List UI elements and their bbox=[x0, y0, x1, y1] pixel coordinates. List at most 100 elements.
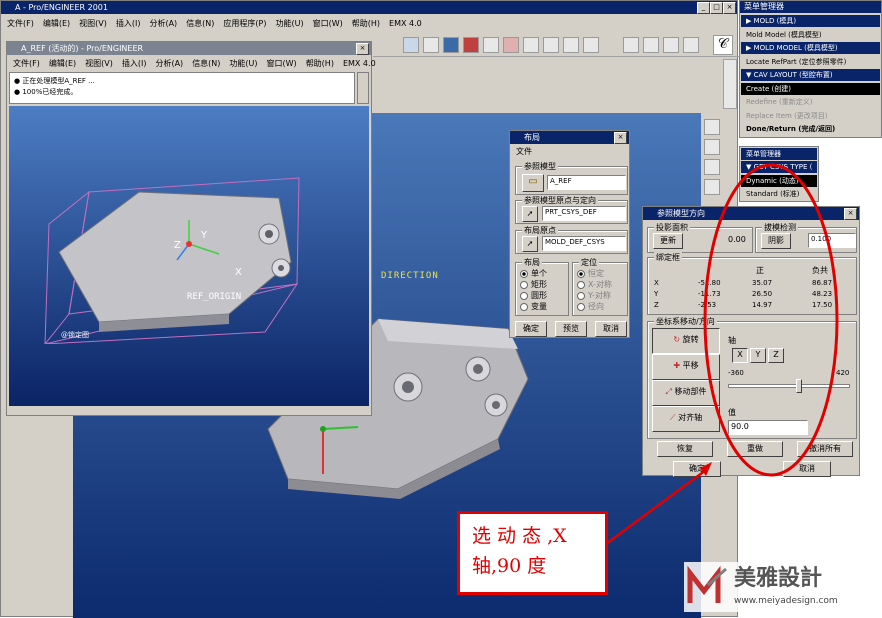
icon-toolbar-7[interactable] bbox=[523, 37, 539, 53]
ref-menu-item-7[interactable]: 窗口(W) bbox=[267, 57, 297, 71]
main-menu-item-5[interactable]: 信息(N) bbox=[186, 17, 214, 31]
layout-preview-button[interactable]: 预览 bbox=[555, 321, 587, 337]
update-projection-button[interactable]: 更新 bbox=[653, 233, 683, 249]
layout-file-label[interactable]: 文件 bbox=[516, 147, 532, 157]
axis-x-button[interactable]: X bbox=[732, 348, 748, 363]
ref-message-2: ● 100%已经完成。 bbox=[14, 88, 78, 96]
icon-toolbar-6[interactable] bbox=[503, 37, 519, 53]
menu-manager-item-2[interactable]: ▶ MOLD MODEL (模具模型) bbox=[741, 42, 880, 54]
bbox-header-total: 负共 bbox=[812, 266, 828, 275]
main-menu-item-1[interactable]: 编辑(E) bbox=[43, 17, 70, 31]
angle-value-field[interactable]: 90.0 bbox=[728, 420, 808, 435]
icon-toolbar-2[interactable] bbox=[423, 37, 439, 53]
restore-button[interactable]: 恢复 bbox=[657, 441, 713, 457]
icon-vtool-3[interactable] bbox=[704, 159, 720, 175]
icon-toolbar-11[interactable] bbox=[623, 37, 639, 53]
axis-z-button[interactable]: Z bbox=[768, 348, 784, 363]
minimize-button[interactable]: _ bbox=[697, 2, 710, 14]
icon-toolbar-4[interactable] bbox=[463, 37, 479, 53]
icon-toolbar-5[interactable] bbox=[483, 37, 499, 53]
ref-close-button[interactable]: × bbox=[356, 43, 369, 55]
icon-toolbar-3[interactable] bbox=[443, 37, 459, 53]
main-menu-item-2[interactable]: 视图(V) bbox=[79, 17, 107, 31]
ref-menu-item-0[interactable]: 文件(F) bbox=[13, 57, 40, 71]
layout-option-rect[interactable]: 矩形 bbox=[520, 280, 547, 290]
redo-button[interactable]: 重做 bbox=[727, 441, 783, 457]
menu-manager-item-6[interactable]: Redefine (重新定义) bbox=[741, 96, 880, 108]
ref-menu-item-5[interactable]: 信息(N) bbox=[192, 57, 220, 71]
layout-option-single[interactable]: 单个 bbox=[520, 269, 547, 279]
move-part-tool-button[interactable]: ⤢ 移动部件 bbox=[652, 380, 720, 406]
ref-menu-item-8[interactable]: 帮助(H) bbox=[306, 57, 334, 71]
icon-toolbar-14[interactable] bbox=[683, 37, 699, 53]
icon-toolbar-10[interactable] bbox=[583, 37, 599, 53]
icon-toolbar-13[interactable] bbox=[663, 37, 679, 53]
main-menu-item-0[interactable]: 文件(F) bbox=[7, 17, 34, 31]
icon-toolbar-1[interactable] bbox=[403, 37, 419, 53]
angle-slider-thumb[interactable] bbox=[796, 379, 802, 393]
orient-option-constant[interactable]: 恒定 bbox=[577, 269, 604, 279]
ref-menu-item-2[interactable]: 视图(V) bbox=[85, 57, 113, 71]
main-menu-item-7[interactable]: 功能(U) bbox=[276, 17, 304, 31]
close-button[interactable]: × bbox=[723, 2, 736, 14]
menu-manager-item-4[interactable]: ▼ CAV LAYOUT (型腔布置) bbox=[741, 69, 880, 81]
select-layout-origin-button[interactable]: ➚ bbox=[522, 236, 538, 252]
ref-menu-item-1[interactable]: 编辑(E) bbox=[49, 57, 76, 71]
axis-y-button[interactable]: Y bbox=[750, 348, 766, 363]
open-folder-button[interactable]: ▭ bbox=[522, 174, 544, 192]
main-menu-item-9[interactable]: 帮助(H) bbox=[352, 17, 380, 31]
maximize-button[interactable]: □ bbox=[710, 2, 723, 14]
icon-toolbar-12[interactable] bbox=[643, 37, 659, 53]
orient-ok-button[interactable]: 确定 bbox=[673, 461, 721, 477]
icon-toolbar-8[interactable] bbox=[543, 37, 559, 53]
ref-menu-item-4[interactable]: 分析(A) bbox=[155, 57, 183, 71]
layout-option-variable[interactable]: 变量 bbox=[520, 302, 547, 312]
draft-value-field[interactable]: 0.100 bbox=[808, 233, 856, 248]
value-label: 值 bbox=[728, 408, 736, 417]
ref-message-scrollbar[interactable] bbox=[357, 72, 369, 104]
orient-option-y-sym[interactable]: Y-对称 bbox=[577, 291, 611, 301]
ref-menu-item-9[interactable]: EMX 4.0 bbox=[343, 57, 376, 71]
select-ref-origin-button[interactable]: ➚ bbox=[522, 206, 538, 222]
align-axis-tool-button[interactable]: ⟋ 对齐轴 bbox=[652, 406, 720, 432]
menu-manager-item-1[interactable]: Mold Model (模具模型) bbox=[741, 29, 880, 41]
icon-vtool-4[interactable] bbox=[704, 179, 720, 195]
icon-vtool-1[interactable] bbox=[704, 119, 720, 135]
shade-draft-button[interactable]: 阴影 bbox=[761, 233, 791, 249]
layout-close-button[interactable]: × bbox=[614, 132, 627, 144]
angle-slider-track[interactable] bbox=[728, 384, 850, 388]
ref-menu-item-6[interactable]: 功能(U) bbox=[229, 57, 257, 71]
translate-tool-button[interactable]: ✚ 平移 bbox=[652, 354, 720, 380]
rotate-tool-button[interactable]: ↻ 旋转 bbox=[652, 328, 720, 354]
icon-toolbar-9[interactable] bbox=[563, 37, 579, 53]
menu-manager-item-3[interactable]: Locate RefPart (定位参照零件) bbox=[741, 56, 880, 68]
menu-manager-item-8[interactable]: Done/Return (完成/返回) bbox=[741, 123, 880, 135]
layout-ok-button[interactable]: 确定 bbox=[515, 321, 547, 337]
orient-option-radial[interactable]: 径向 bbox=[577, 302, 604, 312]
dynamic-menu-item[interactable]: Dynamic (动态) bbox=[741, 175, 817, 187]
orient-dialog-title: 参照模型方向 bbox=[643, 207, 859, 220]
layout-cancel-button[interactable]: 取消 bbox=[595, 321, 627, 337]
menu-manager-item-0[interactable]: ▶ MOLD (模具) bbox=[741, 15, 880, 27]
layout-origin-field[interactable]: MOLD_DEF_CSYS bbox=[542, 236, 626, 251]
orient-cancel-button[interactable]: 取消 bbox=[783, 461, 831, 477]
ref-origin-field[interactable]: PRT_CSYS_DEF bbox=[542, 206, 626, 221]
ref-menu-item-3[interactable]: 插入(I) bbox=[122, 57, 147, 71]
layout-option-circle[interactable]: 圆形 bbox=[520, 291, 547, 301]
icon-vtool-2[interactable] bbox=[704, 139, 720, 155]
undo-all-button[interactable]: 撤消所有 bbox=[797, 441, 853, 457]
main-scrollbar[interactable] bbox=[723, 59, 737, 109]
menu-manager-item-7[interactable]: Replace Item (更改项目) bbox=[741, 110, 880, 122]
main-menu-item-4[interactable]: 分析(A) bbox=[149, 17, 177, 31]
ref-model-field[interactable]: A_REF bbox=[547, 175, 626, 190]
sketch-icon[interactable]: 𝒞 bbox=[713, 35, 733, 55]
orient-option-x-sym[interactable]: X-对称 bbox=[577, 280, 612, 290]
main-menu-item-8[interactable]: 窗口(W) bbox=[313, 17, 343, 31]
standard-menu-item[interactable]: Standard (标准) bbox=[741, 188, 817, 200]
orient-close-button[interactable]: × bbox=[844, 208, 857, 220]
menu-manager-item-5[interactable]: Create (创建) bbox=[741, 82, 880, 95]
main-menu-item-3[interactable]: 插入(I) bbox=[116, 17, 141, 31]
main-menu-item-6[interactable]: 应用程序(P) bbox=[223, 17, 266, 31]
ref-viewport[interactable]: Z Y X REF_ORIGIN @锁定图 bbox=[9, 106, 369, 406]
main-menu-item-10[interactable]: EMX 4.0 bbox=[389, 17, 422, 31]
